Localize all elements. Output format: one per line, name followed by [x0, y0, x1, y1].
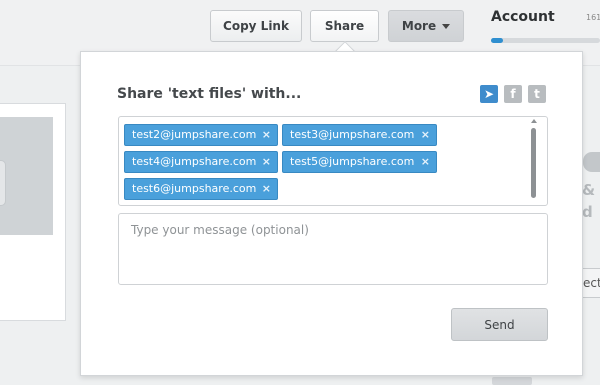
remove-icon[interactable]: × — [421, 155, 430, 168]
recipient-chip: test5@jumpshare.com × — [282, 151, 437, 173]
send-button[interactable]: Send — [451, 308, 548, 341]
remove-icon[interactable]: × — [262, 182, 271, 195]
copy-link-button[interactable]: Copy Link — [210, 10, 302, 42]
recipient-email: test3@jumpshare.com — [290, 128, 415, 141]
share-button[interactable]: Share — [310, 10, 379, 42]
account-title: Account — [491, 9, 555, 25]
scroll-up-icon[interactable] — [531, 119, 537, 123]
recipient-chip: test4@jumpshare.com × — [124, 151, 278, 173]
dialog-title: Share 'text files' with... — [117, 86, 302, 102]
recipient-email: test5@jumpshare.com — [290, 155, 415, 168]
bottom-fragment — [492, 377, 532, 385]
side-text-fragment: d — [582, 203, 593, 221]
recipient-email: test6@jumpshare.com — [132, 182, 257, 195]
account-storage-value: 161 — [586, 13, 600, 22]
caret-down-icon — [442, 23, 451, 29]
remove-icon[interactable]: × — [262, 128, 271, 141]
recipient-email: test2@jumpshare.com — [132, 128, 257, 141]
facebook-icon[interactable]: f — [504, 85, 522, 103]
twitter-icon[interactable]: t — [528, 85, 546, 103]
account-usage-bar — [491, 38, 600, 43]
message-placeholder: Type your message (optional) — [131, 223, 309, 237]
recipient-chip: test3@jumpshare.com × — [282, 124, 437, 146]
account-usage-fill — [491, 38, 503, 43]
recipient-chip: test6@jumpshare.com × — [124, 178, 278, 200]
more-button[interactable]: More — [388, 10, 464, 42]
side-text-fragment: & — [582, 181, 596, 199]
remove-icon[interactable]: × — [262, 155, 271, 168]
cloud-icon — [583, 152, 600, 172]
share-dialog: Share 'text files' with... ➤ f t test2@j… — [80, 51, 583, 376]
recipient-email: test4@jumpshare.com — [132, 155, 257, 168]
message-input[interactable]: Type your message (optional) — [118, 213, 548, 285]
recipients-scrollbar[interactable] — [531, 128, 536, 198]
recipient-chip: test2@jumpshare.com × — [124, 124, 278, 146]
slider-handle[interactable] — [0, 160, 6, 206]
file-thumbnail — [0, 117, 53, 235]
telegram-icon[interactable]: ➤ — [480, 85, 498, 103]
more-label: More — [401, 19, 437, 33]
remove-icon[interactable]: × — [421, 128, 430, 141]
